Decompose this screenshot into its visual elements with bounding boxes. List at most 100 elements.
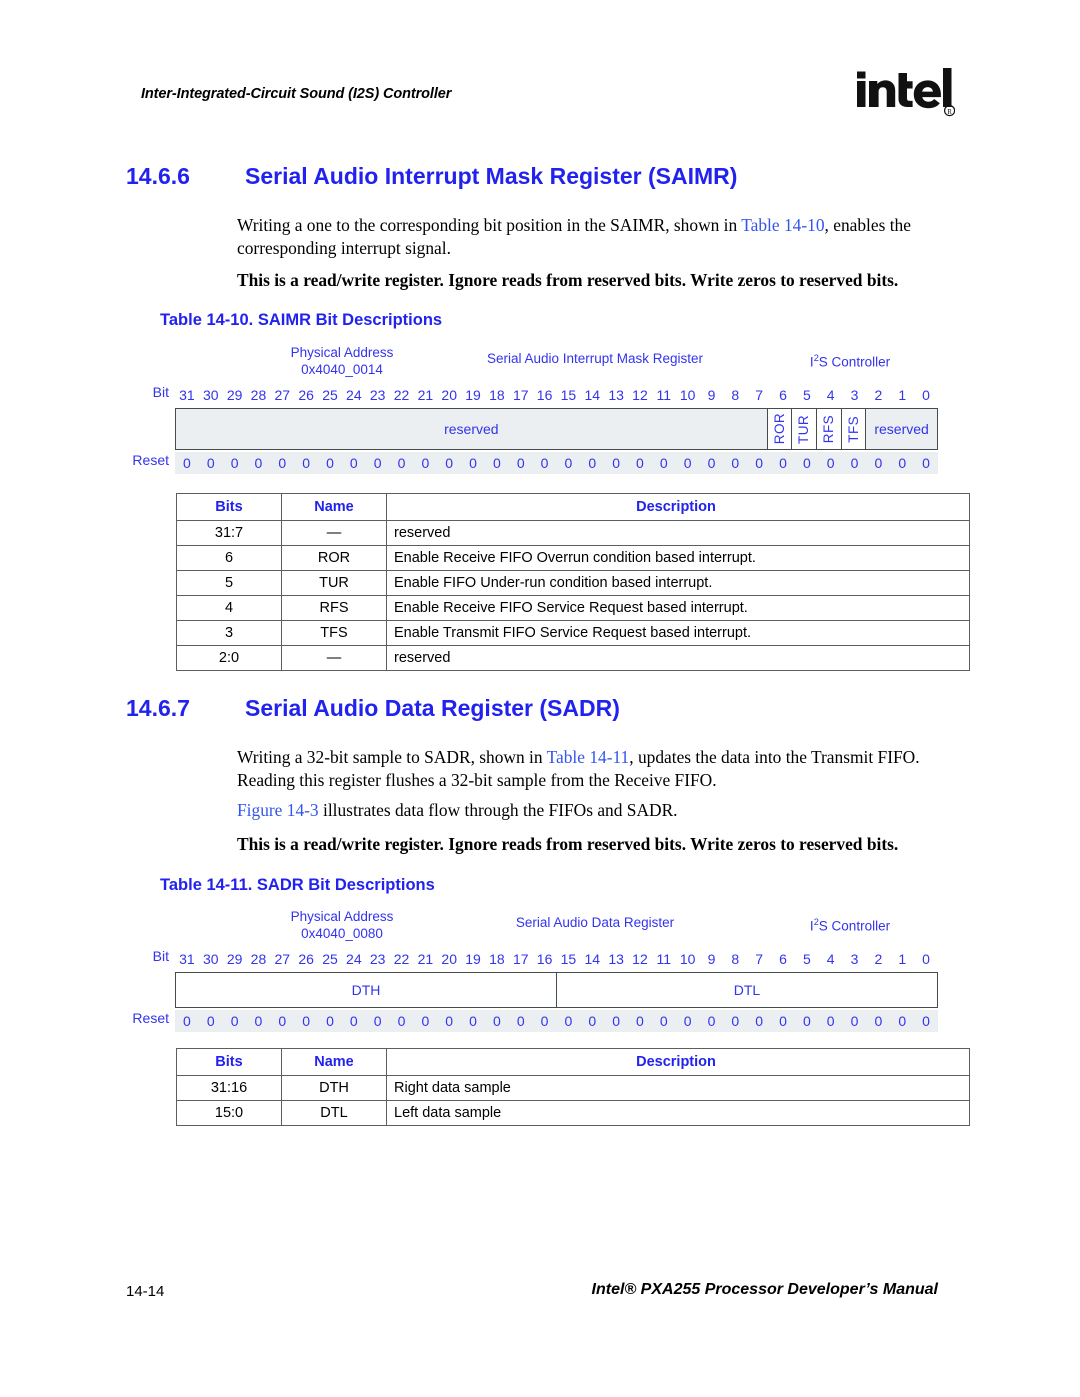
- bit-number-row-cell: 2: [874, 951, 883, 967]
- bit-number-row-cell: 9: [707, 951, 716, 967]
- bit-row-label: Bit: [152, 948, 169, 964]
- register-field-label: ROR: [771, 413, 787, 445]
- bit-number-row-cell: 13: [608, 387, 624, 403]
- reset-value-row-cell: 0: [254, 455, 263, 471]
- table-row: 3 TFS Enable Transmit FIFO Service Request…: [176, 620, 970, 646]
- bit-number-row-cell: 1: [898, 951, 907, 967]
- bit-number-row-cell: 27: [274, 951, 291, 967]
- reset-value-row-cell: 0: [659, 1013, 668, 1029]
- bit-number-row-cell: 10: [679, 951, 696, 967]
- register-diagram-sadr: Physical Address 0x4040_0080 Serial Audi…: [132, 906, 938, 1046]
- table-cell-description: Right data sample: [386, 1075, 970, 1101]
- text-run: Writing a 32-bit sample to SADR, shown i…: [237, 747, 547, 767]
- bit-number-row-cell: 25: [322, 951, 338, 967]
- register-field-row: reserved ROR TUR RFS TFS reserved: [175, 408, 938, 450]
- bit-number-row-cell: 11: [656, 387, 672, 403]
- table-cell-description: Enable Transmit FIFO Service Request bas…: [386, 620, 970, 646]
- bit-number-row-cell: 18: [489, 387, 505, 403]
- bit-number-row-cell: 8: [731, 387, 740, 403]
- bit-number-row-cell: 4: [826, 387, 835, 403]
- bit-number-row-cell: 24: [346, 387, 362, 403]
- bit-number-row-cell: 17: [512, 387, 529, 403]
- table-cell-bits: 31:16: [176, 1075, 282, 1101]
- reset-value-row-cell: 0: [850, 1013, 859, 1029]
- bit-number-row-cell: 17: [512, 951, 529, 967]
- bit-number-row-cell: 0: [922, 951, 930, 967]
- reset-value-row-cell: 0: [373, 455, 382, 471]
- bit-number-row-cell: 15: [560, 951, 577, 967]
- reset-value-row-cell: 0: [683, 455, 692, 471]
- text-run: Writing a one to the corresponding bit p…: [237, 215, 742, 235]
- table-cell-name: —: [281, 645, 387, 671]
- reset-row-label: Reset: [132, 452, 169, 468]
- table-cell-description: Left data sample: [386, 1100, 970, 1126]
- column-header-description: Description: [386, 1048, 970, 1076]
- reset-value-row-cell: 0: [898, 1013, 907, 1029]
- paragraph-sadr-intro: Writing a 32-bit sample to SADR, shown i…: [237, 746, 949, 791]
- xref-table-14-10[interactable]: Table 14-10: [741, 215, 824, 235]
- reset-value-row-cell: 0: [349, 455, 358, 471]
- physical-address-block: Physical Address 0x4040_0014: [247, 344, 437, 378]
- reset-value-row-cell: 0: [922, 455, 930, 471]
- bit-number-row-cell: 30: [202, 951, 219, 967]
- bit-number-row-cell: 4: [826, 951, 835, 967]
- register-field-label: TFS: [845, 415, 861, 443]
- reset-value-row-cell: 0: [183, 455, 191, 471]
- table-cell-description: Enable Receive FIFO Overrun condition ba…: [386, 545, 970, 571]
- bit-number-row: 31 30 29 28 27 26 25 24 23 22 21 20 19 18 17 16 15 14 13 12…: [175, 948, 938, 970]
- reset-value-row-cell: 0: [397, 1013, 406, 1029]
- bit-number-row-cell: 5: [802, 951, 811, 967]
- controller-label: I2S Controller: [809, 917, 891, 934]
- reset-value-row-cell: 0: [540, 455, 549, 471]
- bit-number-row-cell: 6: [779, 951, 787, 967]
- document-page: Inter-Integrated-Circuit Sound (I2S) Con…: [0, 0, 1080, 1397]
- bit-number-row-cell: 15: [560, 387, 577, 403]
- reset-value-row-cell: 0: [874, 1013, 883, 1029]
- table-cell-description: reserved: [386, 520, 970, 546]
- reset-value-row-cell: 0: [564, 455, 573, 471]
- register-diagram-saimr: Physical Address 0x4040_0014 Serial Audi…: [132, 342, 938, 482]
- table-cell-bits: 6: [176, 545, 282, 571]
- bit-number-row-cell: 26: [298, 387, 314, 403]
- bit-number-row-cell: 21: [417, 387, 434, 403]
- reset-value-row-cell: 0: [397, 455, 406, 471]
- reset-value-row-cell: 0: [731, 1013, 740, 1029]
- xref-figure-14-3[interactable]: Figure 14-3: [237, 800, 319, 820]
- table-cell-bits: 31:7: [176, 520, 282, 546]
- table-cell-bits: 5: [176, 570, 282, 596]
- reset-value-row-cell: 0: [278, 1013, 287, 1029]
- reset-value-row-cell: 0: [349, 1013, 358, 1029]
- reset-value-row-cell: 0: [826, 1013, 835, 1029]
- table-caption-14-10: Table 14-10. SAIMR Bit Descriptions: [160, 311, 443, 329]
- reset-value-row-cell: 0: [874, 455, 883, 471]
- reset-value-row-cell: 0: [183, 1013, 191, 1029]
- reset-value-row-cell: 0: [612, 1013, 620, 1029]
- reset-value-row-cell: 0: [469, 1013, 477, 1029]
- reset-value-row-cell: 0: [802, 1013, 811, 1029]
- register-field-label: TUR: [796, 414, 812, 444]
- reset-value-row-cell: 0: [421, 455, 430, 471]
- bit-number-row-cell: 13: [608, 951, 624, 967]
- reset-value-row-cell: 0: [802, 455, 811, 471]
- bit-number-row-cell: 11: [656, 951, 672, 967]
- reset-value-row-cell: 0: [516, 1013, 525, 1029]
- bit-number-row-cell: 7: [755, 951, 764, 967]
- reset-value-row-cell: 0: [588, 455, 597, 471]
- table-cell-name: TFS: [281, 620, 387, 646]
- bit-description-table-saimr: Bits Name Description 31:7— reserved 6 ROR Enab…: [176, 493, 970, 671]
- reset-value-row-cell: 0: [230, 1013, 239, 1029]
- xref-table-14-11[interactable]: Table 14-11: [547, 747, 630, 767]
- reset-value-row-cell: 0: [469, 455, 477, 471]
- reset-value-row-cell: 0: [254, 1013, 263, 1029]
- paragraph-saimr-note: This is a read/write register. Ignore re…: [237, 270, 899, 290]
- reset-value-row-cell: 0: [636, 1013, 644, 1029]
- reset-value-row-cell: 0: [206, 1013, 215, 1029]
- physical-address-label: Physical Address: [290, 909, 394, 924]
- table-row: 2:0— reserved: [176, 645, 970, 671]
- reset-value-row-cell: 0: [492, 455, 501, 471]
- controller-label: I2S Controller: [809, 353, 891, 370]
- bit-number-row-cell: 28: [250, 951, 267, 967]
- bit-number-row-cell: 7: [755, 387, 764, 403]
- table-row: 4 RFS Enable Receive FIFO Service Request …: [176, 595, 970, 621]
- bit-number-row-cell: 28: [250, 387, 267, 403]
